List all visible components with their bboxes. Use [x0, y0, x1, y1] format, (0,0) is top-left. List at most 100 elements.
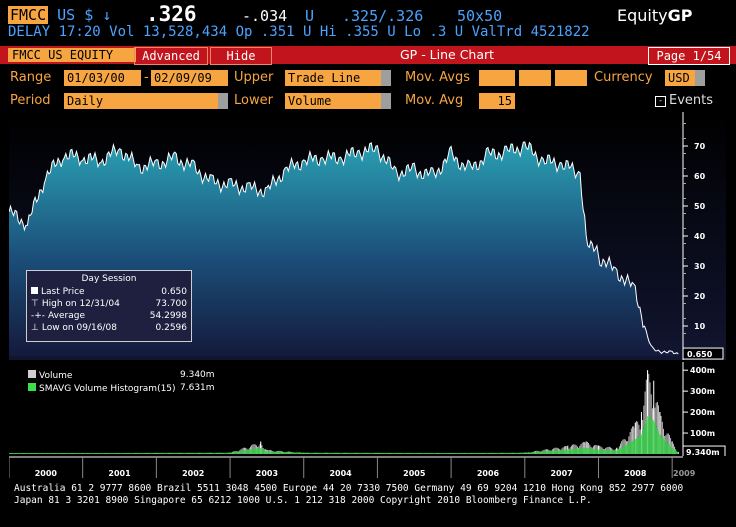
- quote-line: FMCC US $ ↓: [8, 6, 111, 24]
- events-checkbox-icon[interactable]: -: [655, 96, 666, 107]
- x-tick-label: 2001: [108, 469, 131, 478]
- legend-high-label: ⊤ High on 12/31/04: [31, 299, 120, 309]
- legend-last-text: Last Price: [41, 287, 85, 297]
- volume-legend-value: 9.340m: [180, 370, 215, 380]
- volume-chart[interactable]: 100m 200m 300m 400m 9.340m: [9, 362, 726, 456]
- volume-plot-background: [9, 362, 726, 456]
- legend-avg-value: 54.2998: [149, 311, 187, 321]
- lower-label: Lower: [234, 93, 273, 108]
- mov-avg-field-1[interactable]: [479, 70, 515, 86]
- delay-line: DELAY 17:20 Vol 13,528,434 Op .351 U Hi …: [8, 24, 590, 40]
- net-change: -.034: [242, 7, 288, 25]
- tick-flag: U: [305, 7, 315, 25]
- mov-avg-field-3[interactable]: [555, 70, 587, 86]
- bid-ask-size: 50x50: [457, 7, 503, 25]
- mov-avg-label: Mov. Avg: [405, 93, 464, 108]
- last-price-tag-label: 0.650: [687, 350, 713, 359]
- bid-ask: .325/.326: [342, 7, 424, 25]
- legend-low-value: 0.2596: [155, 323, 188, 333]
- footer-copyright: Japan 81 3 3201 8900 Singapore 65 6212 1…: [14, 495, 592, 506]
- x-tick-label: 2009: [673, 469, 696, 478]
- events-label[interactable]: Events: [669, 93, 713, 108]
- x-tick-label: 2002: [182, 469, 204, 478]
- period-label: Period: [10, 93, 51, 108]
- legend-last-value: 0.650: [161, 287, 187, 297]
- upper-value: Trade Line: [288, 71, 361, 85]
- end-date-field[interactable]: 02/09/09: [151, 70, 228, 86]
- legend-avg-label: -+- Average: [31, 311, 85, 321]
- market-code: US: [57, 6, 76, 24]
- period-value: Daily: [67, 94, 104, 108]
- last-price: .326: [146, 2, 197, 26]
- volume-y-tick-label: 100m: [690, 429, 715, 438]
- hide-button[interactable]: Hide: [210, 47, 272, 65]
- range-dash: -: [144, 70, 149, 85]
- toolbar: FMCC US EQUITY Advanced Hide GP - Line C…: [0, 46, 736, 65]
- legend-avg-text: Average: [48, 311, 86, 321]
- x-tick-label: 2004: [329, 469, 352, 478]
- smavg-legend-value: 7.631m: [180, 383, 215, 393]
- legend-last-label: Last Price: [31, 287, 85, 297]
- average-marker-icon: -+-: [31, 311, 46, 321]
- volume-square-icon: [28, 370, 36, 378]
- mov-avg-period-field[interactable]: 15: [479, 93, 515, 109]
- dropdown-arrow-icon: [695, 70, 705, 86]
- smavg-legend-label: SMAVG Volume Histogram(15): [28, 383, 176, 394]
- function-code: GP: [667, 6, 693, 25]
- dropdown-arrow-icon: [381, 70, 391, 86]
- security-dropdown[interactable]: FMCC US EQUITY: [8, 48, 136, 62]
- legend-high-text: High on 12/31/04: [41, 299, 120, 309]
- last-square-icon: [31, 287, 38, 294]
- x-tick-label: 2006: [477, 469, 500, 478]
- advanced-button[interactable]: Advanced: [134, 47, 208, 65]
- upper-dropdown[interactable]: Trade Line: [285, 70, 391, 86]
- price-y-tick-label: 10: [694, 322, 706, 331]
- price-y-tick-label: 50: [694, 202, 706, 211]
- lower-value: Volume: [288, 94, 332, 108]
- low-marker-icon: ⊥: [31, 323, 39, 333]
- x-tick-label: 2007: [550, 469, 572, 478]
- ticker[interactable]: FMCC: [8, 6, 49, 24]
- currency-label: Currency: [594, 70, 653, 85]
- lower-dropdown[interactable]: Volume: [285, 93, 391, 109]
- page-indicator[interactable]: Page 1/54: [648, 47, 730, 65]
- down-arrow-icon: ↓: [102, 6, 112, 24]
- legend-title: Day Session: [81, 274, 137, 284]
- dropdown-arrow-icon: [381, 93, 391, 109]
- legend-low-label: ⊥ Low on 09/16/08: [31, 323, 117, 333]
- volume-y-tick-label: 400m: [690, 366, 715, 375]
- function-label: EquityGP: [617, 6, 692, 25]
- mov-avgs-label: Mov. Avgs: [405, 70, 470, 85]
- price-y-tick-label: 20: [694, 292, 706, 301]
- legend-high-value: 73.700: [155, 299, 188, 309]
- x-tick-label: 2005: [403, 469, 426, 478]
- product-prefix: Equity: [617, 6, 668, 25]
- price-y-tick-label: 70: [694, 142, 706, 151]
- currency-value: USD: [668, 71, 690, 85]
- volume-legend-label: Volume: [28, 370, 72, 381]
- price-y-tick-label: 40: [694, 232, 706, 241]
- x-tick-label: 2003: [256, 469, 278, 478]
- dropdown-arrow-icon: [218, 93, 228, 109]
- mov-avg-field-2[interactable]: [519, 70, 551, 86]
- x-tick-label: 2000: [35, 469, 58, 478]
- currency-dropdown[interactable]: USD: [665, 70, 705, 86]
- volume-y-tick-label: 300m: [690, 387, 715, 396]
- legend-low-text: Low on 09/16/08: [41, 323, 117, 333]
- last-volume-tag-label: 9.340m: [686, 448, 720, 456]
- volume-legend-text: Volume: [39, 371, 73, 381]
- period-dropdown[interactable]: Daily: [64, 93, 228, 109]
- volume-y-tick-label: 200m: [690, 408, 715, 417]
- range-label: Range: [10, 70, 52, 85]
- price-legend: Day Session Last Price 0.650 ⊤ High on 12…: [26, 270, 192, 342]
- smavg-legend-text: SMAVG Volume Histogram(15): [39, 384, 176, 394]
- x-tick-label: 2008: [624, 469, 647, 478]
- time-axis: 2000 2001 2002 2003 2004 2005 2006 2007 2008 2009: [9, 456, 696, 478]
- upper-label: Upper: [234, 70, 274, 85]
- high-marker-icon: ⊤: [31, 299, 39, 309]
- smavg-square-icon: [28, 383, 36, 391]
- price-y-tick-label: 30: [694, 262, 706, 271]
- chart-type-title: GP - Line Chart: [400, 47, 495, 62]
- start-date-field[interactable]: 01/03/00: [64, 70, 141, 86]
- footer-contacts: Australia 61 2 9777 8600 Brazil 5511 304…: [14, 483, 684, 494]
